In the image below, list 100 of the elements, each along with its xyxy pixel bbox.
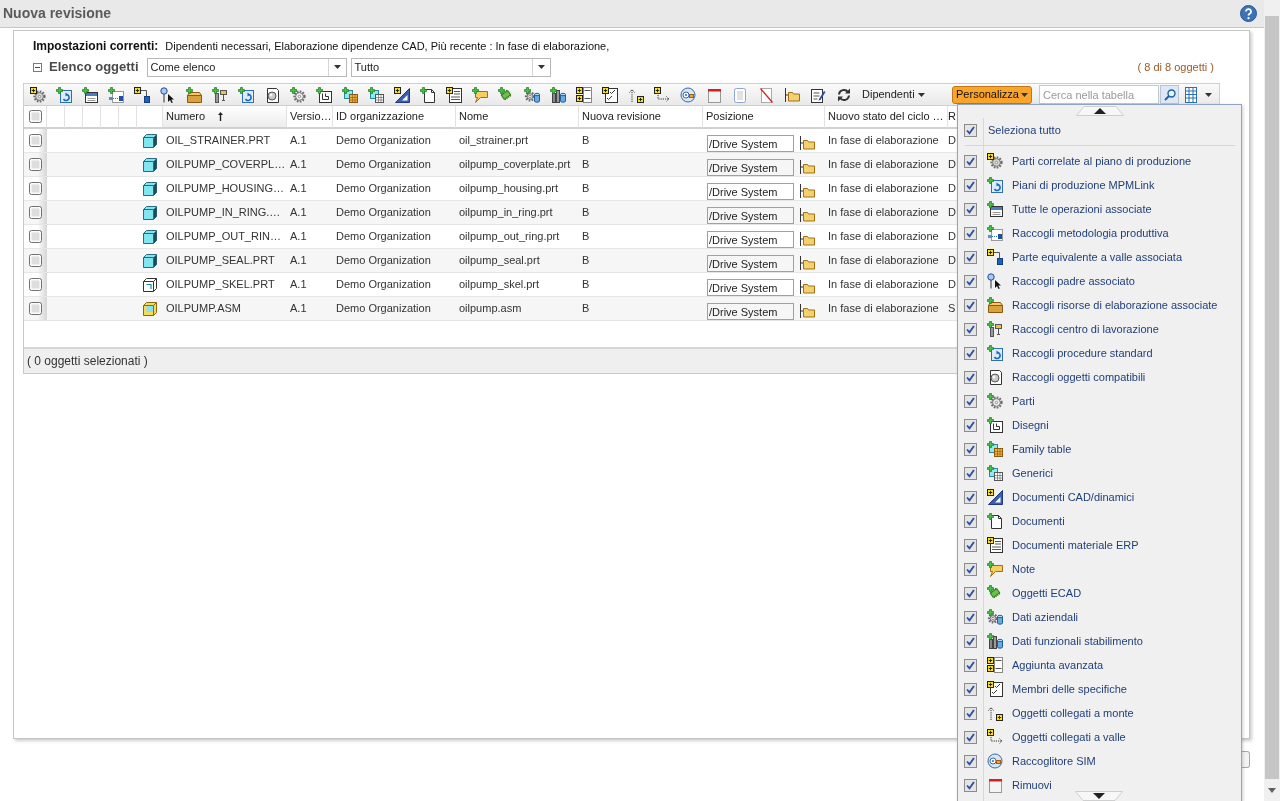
folder-icon[interactable] <box>799 207 815 223</box>
location-field[interactable]: /Drive System <box>707 135 794 152</box>
checkbox[interactable] <box>964 754 977 768</box>
menu-item-label[interactable]: Documenti CAD/dinamici <box>1012 488 1135 506</box>
collapse-icon[interactable] <box>33 62 42 72</box>
location-field[interactable]: /Drive System <box>707 255 794 272</box>
dependents-menu-button[interactable]: Dipendenti <box>862 86 925 103</box>
disc-icon[interactable] <box>680 86 696 103</box>
crossed-document-icon[interactable] <box>758 86 774 103</box>
scrollbar-thumb[interactable] <box>1265 16 1279 779</box>
database-icon[interactable] <box>550 86 566 103</box>
checkbox[interactable] <box>29 182 42 195</box>
list-icon[interactable] <box>576 86 592 103</box>
checkbox[interactable] <box>964 123 977 137</box>
document-icon[interactable] <box>420 86 436 103</box>
checkbox[interactable] <box>964 298 977 312</box>
checkbox[interactable] <box>29 158 42 171</box>
menu-item-label[interactable]: Piani di produzione MPMLink <box>1012 176 1155 194</box>
gear-icon[interactable] <box>30 86 46 103</box>
menu-item-label[interactable]: Dati funzionali stabilimento <box>1012 632 1143 650</box>
menu-item-label[interactable]: Raccogli centro di lavorazione <box>1012 320 1159 338</box>
column-header[interactable]: ID organizzazione <box>333 106 456 129</box>
flow-diagram-icon[interactable] <box>108 86 124 103</box>
search-field[interactable]: Cerca nella tabella <box>1039 85 1159 104</box>
checkbox[interactable] <box>964 466 977 480</box>
menu-item-label[interactable]: Seleziona tutto <box>988 121 1061 139</box>
menu-item-label[interactable]: Raccogli oggetti compatibili <box>1012 368 1146 386</box>
checkbox[interactable] <box>964 346 977 360</box>
checkbox[interactable] <box>29 134 42 147</box>
checkbox[interactable] <box>964 178 977 192</box>
menu-item-label[interactable]: Note <box>1012 560 1036 578</box>
menu-item-label[interactable]: Oggetti collegati a valle <box>1012 728 1126 746</box>
checkbox[interactable] <box>964 730 977 744</box>
menu-item-label[interactable]: Raccogli risorse di elaborazione associate <box>1012 296 1218 314</box>
checkbox[interactable] <box>964 490 977 504</box>
column-header[interactable]: Nome <box>456 106 579 129</box>
checkbox[interactable] <box>29 302 42 315</box>
checkbox[interactable] <box>29 230 42 243</box>
menu-item-label[interactable]: Raccogli padre associato <box>1012 272 1135 290</box>
checkbox[interactable] <box>964 706 977 720</box>
filter-select[interactable]: Tutto <box>350 57 551 77</box>
folder-icon[interactable] <box>799 159 815 175</box>
checkbox[interactable] <box>964 226 977 240</box>
checkbox[interactable] <box>29 206 42 219</box>
table-icon[interactable] <box>1185 86 1197 103</box>
folder-icon[interactable] <box>799 255 815 271</box>
checklist-edit-icon[interactable] <box>810 86 826 103</box>
menu-item-label[interactable]: Tutte le operazioni associate <box>1012 200 1152 218</box>
folder-icon[interactable] <box>799 279 815 295</box>
location-field[interactable]: /Drive System <box>707 207 794 224</box>
menu-item-label[interactable]: Family table <box>1012 440 1072 458</box>
menu-item-label[interactable]: Parti <box>1012 392 1035 410</box>
column-header[interactable]: Nuova revisione <box>579 106 703 129</box>
checkbox[interactable] <box>964 202 977 216</box>
window-icon[interactable] <box>82 86 98 103</box>
location-field[interactable]: /Drive System <box>707 279 794 296</box>
menu-item-label[interactable]: Oggetti collegati a monte <box>1012 704 1134 722</box>
checkbox[interactable] <box>964 658 977 672</box>
location-field[interactable]: /Drive System <box>707 231 794 248</box>
checkbox[interactable] <box>964 562 977 576</box>
checkbox[interactable] <box>28 110 42 123</box>
menu-item-label[interactable]: Raccogli metodologia produttiva <box>1012 224 1169 242</box>
menu-item-label[interactable]: Documenti materiale ERP <box>1012 536 1139 554</box>
customize-button[interactable]: Personalizza <box>952 85 1032 104</box>
menu-item-label[interactable]: Aggiunta avanzata <box>1012 656 1104 674</box>
note-icon[interactable] <box>472 86 488 103</box>
checkbox[interactable] <box>964 610 977 624</box>
menu-item-label[interactable]: Parti correlate al piano di produzione <box>1012 152 1192 170</box>
view-select[interactable]: Come elenco <box>146 57 347 77</box>
menu-item-label[interactable]: Rimuovi <box>1012 776 1052 794</box>
checkbox[interactable] <box>29 278 42 291</box>
menu-item-label[interactable]: Oggetti ECAD <box>1012 584 1082 602</box>
column-header[interactable]: Numero <box>163 106 287 129</box>
folder-icon[interactable] <box>799 135 815 151</box>
folder-icon[interactable] <box>799 303 815 319</box>
scroll-down-icon[interactable] <box>1075 791 1123 801</box>
refresh-document-icon[interactable] <box>238 86 254 103</box>
menu-item-label[interactable]: Generici <box>1012 464 1053 482</box>
column-header[interactable]: R <box>948 108 956 125</box>
checkbox[interactable] <box>964 682 977 696</box>
checkbox[interactable] <box>964 322 977 336</box>
checkbox[interactable] <box>964 634 977 648</box>
menu-item-label[interactable]: Disegni <box>1012 416 1049 434</box>
checkbox[interactable] <box>964 394 977 408</box>
checklist-icon[interactable] <box>602 86 618 103</box>
pin-cursor-icon[interactable] <box>160 86 176 103</box>
checkbox[interactable] <box>964 274 977 288</box>
gear-database-icon[interactable] <box>524 86 540 103</box>
column-header[interactable]: Nuovo stato del ciclo … <box>825 106 948 129</box>
checkbox[interactable] <box>964 514 977 528</box>
table-icon[interactable] <box>368 86 384 103</box>
checkbox[interactable] <box>964 586 977 600</box>
menu-item-label[interactable]: Parte equivalente a valle associata <box>1012 248 1182 266</box>
checkbox[interactable] <box>29 254 42 267</box>
folder-icon[interactable] <box>784 86 800 103</box>
checkbox[interactable] <box>964 250 977 264</box>
checkbox[interactable] <box>964 538 977 552</box>
refresh-icon[interactable] <box>836 86 852 103</box>
checkbox[interactable] <box>964 418 977 432</box>
connected-squares-icon[interactable] <box>134 86 150 103</box>
